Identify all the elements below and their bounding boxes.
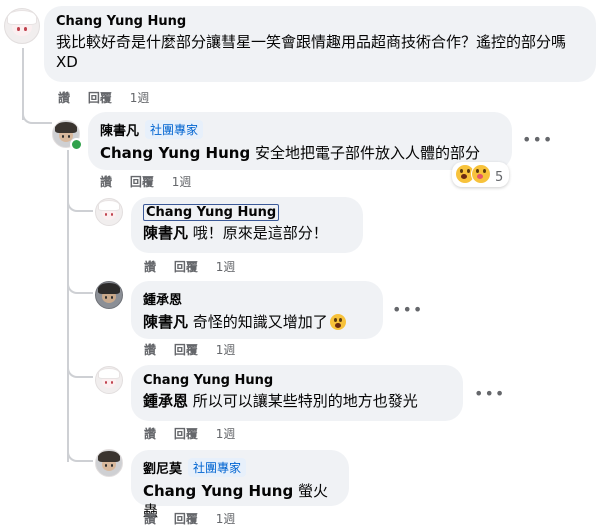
mention-link[interactable]: 鍾承恩 bbox=[143, 392, 188, 410]
comment-author[interactable]: 鍾承恩 bbox=[143, 289, 371, 308]
avatar[interactable] bbox=[95, 449, 123, 477]
timestamp[interactable]: 1週 bbox=[216, 512, 236, 526]
reply-button[interactable]: 回覆 bbox=[174, 260, 198, 274]
comment-actions: 讚 回覆 1週 bbox=[144, 425, 249, 442]
like-button[interactable]: 讚 bbox=[144, 343, 156, 357]
more-horizontal-icon[interactable]: ••• bbox=[522, 130, 553, 149]
comment-text: 奇怪的知識又增加了 bbox=[192, 313, 328, 331]
more-horizontal-icon[interactable]: ••• bbox=[474, 384, 505, 403]
like-button[interactable]: 讚 bbox=[144, 512, 156, 526]
timestamp[interactable]: 1週 bbox=[216, 343, 236, 357]
like-button[interactable]: 讚 bbox=[144, 260, 156, 274]
like-button[interactable]: 讚 bbox=[58, 91, 70, 105]
reply-button[interactable]: 回覆 bbox=[174, 427, 198, 441]
comment-bubble: Chang Yung Hung 我比較好奇是什麼部分讓彗星一笑會跟情趣用品超商技… bbox=[44, 6, 596, 82]
comment-text: 所以可以讓某些特別的地方也發光 bbox=[192, 392, 418, 410]
like-button[interactable]: 讚 bbox=[100, 175, 112, 189]
reply-elbow bbox=[67, 440, 93, 462]
comment-text: 安全地把電子部件放入人體的部分 bbox=[254, 144, 480, 162]
reply-elbow bbox=[67, 356, 93, 378]
comment-text: 我比較好奇是什麼部分讓彗星一笑會跟情趣用品超商技術合作？遙控的部分嗎XD bbox=[56, 33, 567, 71]
timestamp[interactable]: 1週 bbox=[172, 175, 192, 189]
thread-elbow bbox=[22, 100, 52, 124]
expert-badge: 社團專家 bbox=[145, 120, 204, 139]
comment-text: 哦！原來是這部分！ bbox=[192, 224, 328, 242]
comment-bubble: Chang Yung Hung 鍾承恩 所以可以讓某些特別的地方也發光 bbox=[131, 365, 463, 421]
wow-emoji-icon bbox=[329, 314, 346, 330]
avatar[interactable] bbox=[4, 8, 40, 44]
mention-link[interactable]: Chang Yung Hung bbox=[143, 482, 293, 500]
comment-actions: 讚 回覆 1週 bbox=[144, 510, 249, 527]
comment-author[interactable]: 劉尼莫 bbox=[143, 462, 182, 477]
reply-elbow bbox=[67, 190, 93, 212]
more-horizontal-icon[interactable]: ••• bbox=[392, 300, 423, 319]
comment-author[interactable]: Chang Yung Hung bbox=[56, 14, 584, 29]
timestamp[interactable]: 1週 bbox=[216, 260, 236, 274]
comment-author[interactable]: Chang Yung Hung bbox=[143, 373, 451, 388]
reply-button[interactable]: 回覆 bbox=[88, 91, 112, 105]
reaction-count: 5 bbox=[495, 170, 504, 185]
comment-bubble: 陳書凡 社團專家 Chang Yung Hung 安全地把電子部件放入人體的部分 bbox=[88, 112, 512, 170]
comment-bubble: 劉尼莫 社團專家 Chang Yung Hung 螢火蟲 bbox=[131, 450, 349, 520]
reply-button[interactable]: 回覆 bbox=[174, 512, 198, 526]
reply-elbow bbox=[67, 272, 93, 294]
online-status-icon bbox=[70, 138, 83, 151]
avatar[interactable] bbox=[95, 281, 123, 309]
comment-bubble: 鍾承恩 陳書凡 奇怪的知識又增加了 bbox=[131, 281, 383, 339]
reply-button[interactable]: 回覆 bbox=[130, 175, 154, 189]
comment-actions: 讚 回覆 1週 bbox=[100, 173, 205, 190]
mention-link[interactable]: 陳書凡 bbox=[143, 313, 188, 331]
reply-button[interactable]: 回覆 bbox=[174, 343, 198, 357]
mention-link[interactable]: Chang Yung Hung bbox=[100, 144, 250, 162]
like-button[interactable]: 讚 bbox=[144, 427, 156, 441]
expert-badge: 社團專家 bbox=[188, 458, 247, 477]
comment-bubble: Chang Yung Hung 陳書凡 哦！原來是這部分！ bbox=[131, 197, 363, 253]
comment-actions: 讚 回覆 1週 bbox=[144, 341, 249, 358]
comment-actions: 讚 回覆 1週 bbox=[58, 89, 163, 106]
avatar[interactable] bbox=[95, 366, 123, 394]
haha-reaction-icon bbox=[471, 164, 491, 184]
comment-author[interactable]: Chang Yung Hung bbox=[143, 204, 280, 221]
comment-actions: 讚 回覆 1週 bbox=[144, 258, 249, 275]
avatar[interactable] bbox=[95, 198, 123, 226]
timestamp[interactable]: 1週 bbox=[216, 427, 236, 441]
comment-author[interactable]: 陳書凡 bbox=[100, 124, 139, 139]
reaction-summary[interactable]: 5 bbox=[452, 162, 510, 187]
timestamp[interactable]: 1週 bbox=[130, 91, 150, 105]
mention-link[interactable]: 陳書凡 bbox=[143, 224, 188, 242]
